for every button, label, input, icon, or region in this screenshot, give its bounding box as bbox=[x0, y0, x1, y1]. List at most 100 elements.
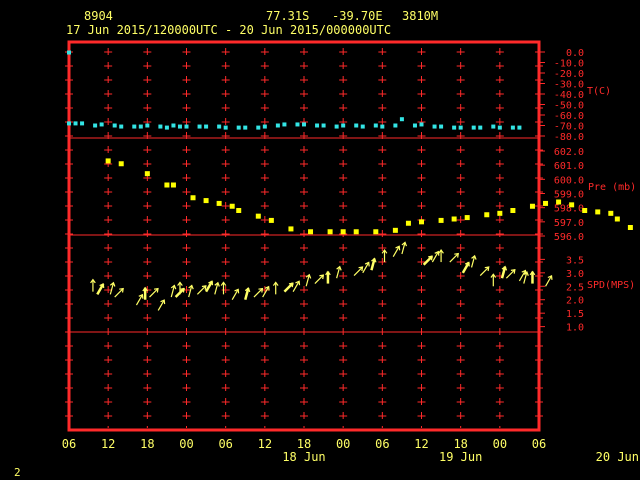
y-tick-label: 1.5 bbox=[566, 309, 584, 320]
x-tick-label: 06 bbox=[375, 437, 389, 451]
y-tick-label: 600.0 bbox=[554, 175, 584, 186]
station-id: 8904 bbox=[84, 9, 113, 23]
temperature-point bbox=[73, 121, 78, 126]
pressure-point bbox=[216, 200, 222, 206]
temperature-point bbox=[419, 122, 424, 127]
temperature-point bbox=[497, 125, 502, 130]
temperature-point bbox=[119, 124, 124, 129]
temperature-point bbox=[112, 123, 117, 128]
pressure-label: Pre (mb) bbox=[588, 182, 636, 193]
temperature-point bbox=[204, 124, 209, 129]
y-tick-label: 2.0 bbox=[566, 296, 584, 307]
station-lat: 77.31S bbox=[266, 9, 309, 23]
pressure-point bbox=[392, 227, 398, 233]
pressure-point bbox=[405, 220, 411, 226]
temperature-point bbox=[275, 123, 280, 128]
wind-arrow bbox=[353, 266, 363, 276]
pressure-point bbox=[419, 219, 424, 225]
x-tick-label: 06 bbox=[218, 437, 232, 451]
y-tick-label: 601.0 bbox=[554, 161, 584, 172]
temperature-point bbox=[99, 122, 104, 127]
pressure-point bbox=[543, 200, 549, 206]
temperature-point bbox=[354, 123, 359, 128]
temperature-point bbox=[412, 123, 417, 128]
x-tick-labels: 06 12 18 00 06 12 18 00 06 12 18 00 06 18 Jun 19 Jun 20… bbox=[62, 437, 639, 464]
wind-arrow bbox=[449, 253, 459, 263]
temperature-point bbox=[132, 124, 137, 129]
temperature-point bbox=[491, 124, 496, 129]
y-tick-label: -20.0 bbox=[554, 69, 584, 80]
wind-arrow bbox=[253, 288, 263, 298]
pressure-point bbox=[170, 182, 176, 188]
pressure-point bbox=[288, 226, 294, 232]
pressure-point bbox=[529, 203, 535, 209]
wind-speed-label: SPD(MPS) bbox=[587, 280, 635, 291]
temperature-point bbox=[80, 121, 85, 126]
x-tick-label: 06 bbox=[532, 437, 546, 451]
temperature-point bbox=[295, 122, 300, 127]
temperature-point bbox=[158, 124, 163, 129]
page-number: 2 bbox=[14, 466, 21, 479]
x-tick-label: 12 bbox=[101, 437, 115, 451]
y-tick-label: -40.0 bbox=[554, 90, 584, 101]
temperature-point bbox=[138, 124, 143, 129]
wind-arrow bbox=[314, 274, 324, 285]
temperature-point bbox=[177, 124, 182, 129]
y-tick-label: 3.0 bbox=[566, 269, 584, 280]
y-tick-label: 599.0 bbox=[554, 190, 584, 201]
temperature-point bbox=[171, 123, 176, 128]
pressure-point bbox=[627, 225, 633, 230]
wind-arrow bbox=[196, 285, 207, 295]
pressure-point bbox=[353, 229, 359, 235]
pressure-point bbox=[203, 198, 209, 204]
pressure-point bbox=[327, 229, 333, 235]
x-date-label: 19 Jun bbox=[439, 450, 482, 464]
y-tick-label: -30.0 bbox=[554, 80, 584, 91]
pressure-point bbox=[556, 199, 562, 205]
temperature-point bbox=[517, 125, 522, 130]
temperature-point bbox=[93, 123, 98, 128]
temperature-point bbox=[341, 123, 346, 128]
x-tick-label: 00 bbox=[493, 437, 507, 451]
temperature-point bbox=[184, 124, 189, 129]
station-elevation: 3810M bbox=[402, 9, 438, 23]
y-tick-label: -70.0 bbox=[554, 122, 584, 133]
time-range: 17 Jun 2015/120000UTC - 20 Jun 2015/0000… bbox=[66, 23, 391, 37]
temperature-point bbox=[217, 124, 222, 129]
pressure-point bbox=[451, 216, 457, 222]
temperature-point bbox=[334, 124, 339, 129]
wind-arrow bbox=[114, 288, 124, 298]
temperature-point bbox=[360, 124, 365, 129]
wind-arrow bbox=[283, 282, 294, 293]
pressure-point bbox=[510, 208, 516, 213]
y-tick-label: 2.5 bbox=[566, 282, 584, 293]
temperature-point bbox=[393, 123, 398, 128]
wind-arrow bbox=[479, 266, 490, 276]
temperature-point bbox=[67, 121, 71, 126]
pressure-point bbox=[308, 229, 314, 235]
temperature-point bbox=[302, 122, 306, 127]
temperature-point bbox=[432, 124, 437, 129]
x-tick-label: 18 bbox=[297, 437, 311, 451]
temperature-point bbox=[478, 125, 483, 130]
x-tick-label: 18 bbox=[140, 437, 154, 451]
station-lon: -39.70E bbox=[332, 9, 383, 23]
pressure-point bbox=[608, 210, 614, 216]
y-tick-label: 597.0 bbox=[554, 218, 584, 229]
wind-arrow bbox=[505, 269, 516, 279]
pressure-point bbox=[373, 229, 379, 235]
temperature-point bbox=[282, 122, 287, 127]
temperature-label: T(C) bbox=[587, 86, 611, 97]
temperature-point bbox=[223, 125, 228, 130]
temperature-point bbox=[145, 123, 150, 128]
y-tick-label: 598.0 bbox=[554, 204, 584, 215]
x-tick-label: 12 bbox=[258, 437, 272, 451]
temperature-point bbox=[67, 50, 71, 55]
wind-series bbox=[90, 241, 553, 311]
pressure-point bbox=[255, 213, 261, 219]
y-tick-label: 0.0 bbox=[566, 48, 584, 59]
y-tick-label: 596.0 bbox=[554, 232, 584, 243]
pressure-point bbox=[569, 202, 575, 208]
x-tick-label: 00 bbox=[336, 437, 350, 451]
x-tick-label: 18 bbox=[453, 437, 467, 451]
